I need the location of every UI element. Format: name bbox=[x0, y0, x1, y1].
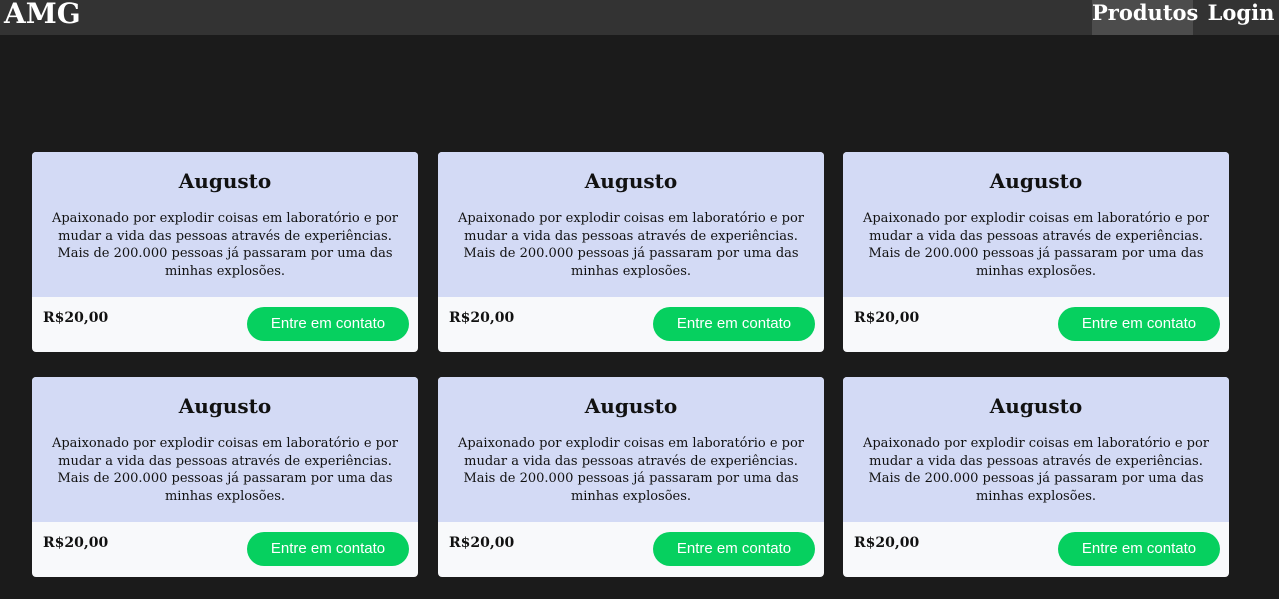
brand-logo[interactable]: AMG bbox=[4, 0, 81, 31]
contact-button[interactable]: Entre em contato bbox=[1058, 532, 1220, 566]
contact-button[interactable]: Entre em contato bbox=[653, 532, 815, 566]
card-title: Augusto bbox=[178, 394, 272, 418]
card-body: Augusto Apaixonado por explodir coisas e… bbox=[843, 152, 1229, 297]
card-body: Augusto Apaixonado por explodir coisas e… bbox=[32, 152, 418, 297]
product-card: Augusto Apaixonado por explodir coisas e… bbox=[438, 377, 824, 577]
product-card: Augusto Apaixonado por explodir coisas e… bbox=[32, 377, 418, 577]
product-card: Augusto Apaixonado por explodir coisas e… bbox=[843, 152, 1229, 352]
contact-button[interactable]: Entre em contato bbox=[1058, 307, 1220, 341]
contact-button[interactable]: Entre em contato bbox=[247, 532, 409, 566]
card-description: Apaixonado por explodir coisas em labora… bbox=[862, 211, 1210, 279]
card-description: Apaixonado por explodir coisas em labora… bbox=[457, 436, 805, 504]
card-title: Augusto bbox=[178, 169, 272, 193]
card-price: R$20,00 bbox=[43, 535, 109, 551]
card-body: Augusto Apaixonado por explodir coisas e… bbox=[843, 377, 1229, 522]
contact-button[interactable]: Entre em contato bbox=[247, 307, 409, 341]
contact-button[interactable]: Entre em contato bbox=[653, 307, 815, 341]
card-title: Augusto bbox=[584, 394, 678, 418]
product-card: Augusto Apaixonado por explodir coisas e… bbox=[32, 152, 418, 352]
card-price: R$20,00 bbox=[449, 535, 515, 551]
card-description: Apaixonado por explodir coisas em labora… bbox=[51, 436, 399, 504]
card-title: Augusto bbox=[989, 169, 1083, 193]
card-price: R$20,00 bbox=[43, 310, 109, 326]
card-title: Augusto bbox=[584, 169, 678, 193]
top-navbar: AMG Produtos Login bbox=[0, 0, 1279, 35]
card-body: Augusto Apaixonado por explodir coisas e… bbox=[438, 377, 824, 522]
card-description: Apaixonado por explodir coisas em labora… bbox=[862, 436, 1210, 504]
card-description: Apaixonado por explodir coisas em labora… bbox=[51, 211, 399, 279]
card-title: Augusto bbox=[989, 394, 1083, 418]
product-card: Augusto Apaixonado por explodir coisas e… bbox=[843, 377, 1229, 577]
card-price: R$20,00 bbox=[449, 310, 515, 326]
card-description: Apaixonado por explodir coisas em labora… bbox=[457, 211, 805, 279]
product-card: Augusto Apaixonado por explodir coisas e… bbox=[438, 152, 824, 352]
card-body: Augusto Apaixonado por explodir coisas e… bbox=[438, 152, 824, 297]
nav-link-login[interactable]: Login bbox=[1203, 0, 1279, 35]
card-body: Augusto Apaixonado por explodir coisas e… bbox=[32, 377, 418, 522]
card-price: R$20,00 bbox=[854, 310, 920, 326]
card-price: R$20,00 bbox=[854, 535, 920, 551]
nav-link-produtos[interactable]: Produtos bbox=[1092, 0, 1198, 35]
